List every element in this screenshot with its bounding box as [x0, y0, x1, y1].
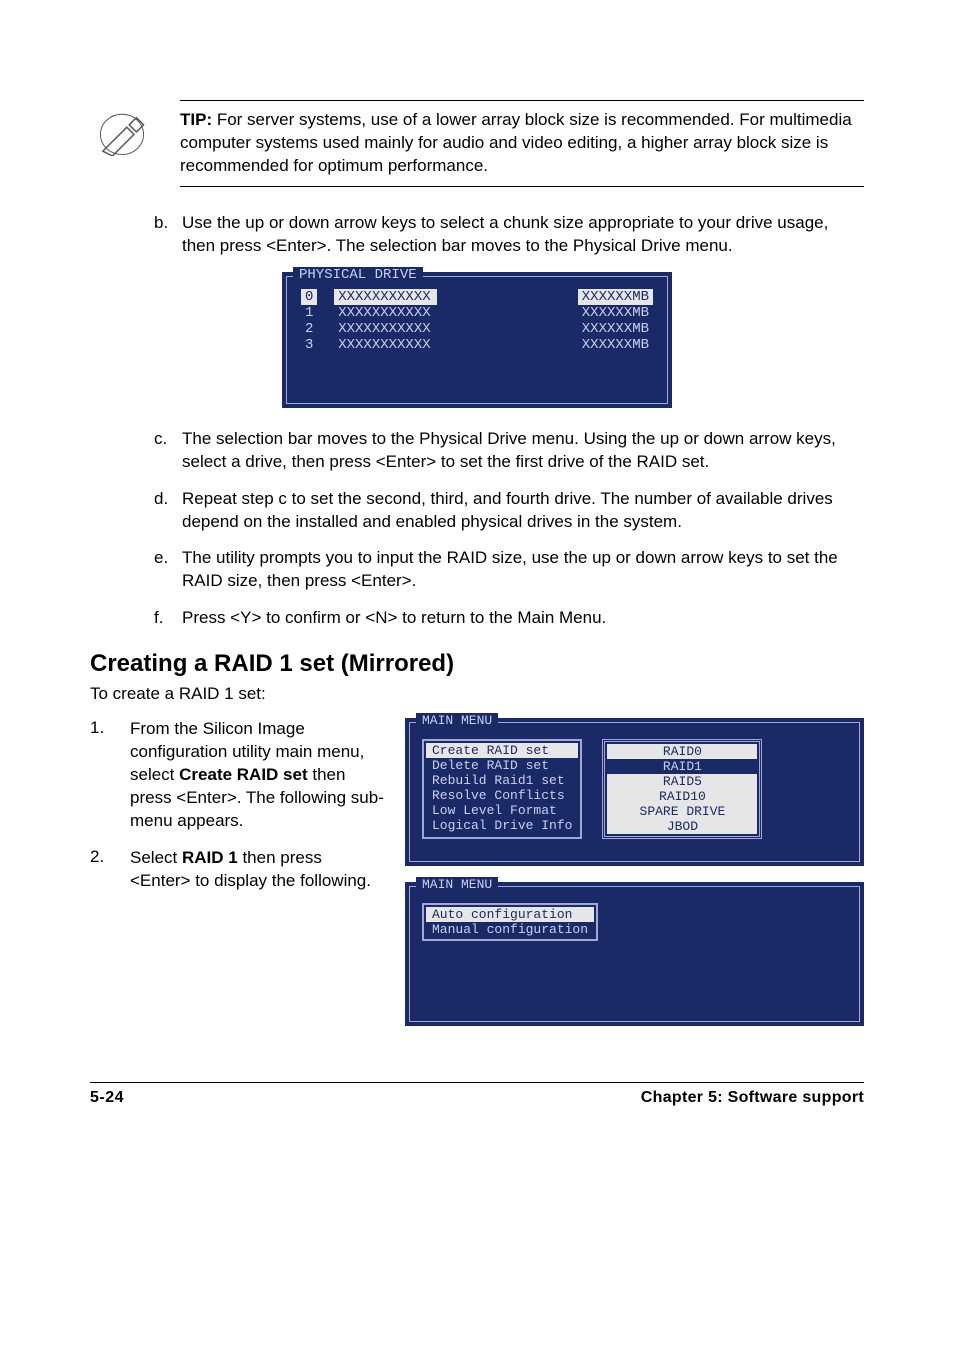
menu-item[interactable]: SPARE DRIVE — [607, 804, 757, 819]
step-bold: RAID 1 — [182, 848, 238, 867]
instruction-f: f. Press <Y> to confirm or <N> to return… — [154, 607, 864, 630]
instr-marker: f. — [154, 607, 182, 630]
page-number: 5-24 — [90, 1089, 124, 1107]
drive-row[interactable]: 2 XXXXXXXXXXX XXXXXXMB — [295, 321, 659, 337]
pencil-icon — [98, 108, 146, 156]
drive-name: XXXXXXXXXXX — [334, 321, 436, 337]
instruction-b: b. Use the up or down arrow keys to sele… — [154, 212, 864, 258]
step-marker: 2. — [90, 847, 130, 893]
step-bold: Create RAID set — [179, 765, 308, 784]
instr-marker: e. — [154, 547, 182, 593]
menu-item[interactable]: Manual configuration — [426, 922, 594, 937]
main-menu-left: Create RAID set Delete RAID set Rebuild … — [422, 739, 582, 839]
section-intro: To create a RAID 1 set: — [90, 684, 864, 704]
step-2: 2. Select RAID 1 then press <Enter> to d… — [90, 847, 385, 893]
menu-item[interactable]: Logical Drive Info — [426, 818, 578, 833]
tip-label: TIP: — [180, 110, 212, 129]
drive-row[interactable]: 0 XXXXXXXXXXX XXXXXXMB — [295, 289, 659, 305]
instruction-d: d. Repeat step c to set the second, thir… — [154, 488, 864, 534]
step-text: Select — [130, 848, 182, 867]
physical-drive-title: PHYSICAL DRIVE — [293, 267, 423, 283]
instr-marker: c. — [154, 428, 182, 474]
step-marker: 1. — [90, 718, 130, 833]
tip-body: For server systems, use of a lower array… — [180, 110, 852, 175]
tip-text: TIP: For server systems, use of a lower … — [180, 100, 864, 187]
menu-item[interactable]: Auto configuration — [426, 907, 594, 922]
tip-block: TIP: For server systems, use of a lower … — [90, 100, 864, 187]
drive-row[interactable]: 1 XXXXXXXXXXX XXXXXXMB — [295, 305, 659, 321]
chapter-label: Chapter 5: Software support — [641, 1089, 864, 1107]
instr-marker: b. — [154, 212, 182, 258]
drive-name: XXXXXXXXXXX — [334, 289, 436, 305]
main-menu-right: RAID0 RAID1 RAID5 RAID10 SPARE DRIVE JBO… — [602, 739, 762, 839]
menu-item[interactable]: Rebuild Raid1 set — [426, 773, 578, 788]
drive-idx: 2 — [301, 321, 317, 337]
drive-name: XXXXXXXXXXX — [334, 305, 436, 321]
menu-item[interactable]: Resolve Conflicts — [426, 788, 578, 803]
main-menu-title: MAIN MENU — [416, 877, 498, 892]
instr-text: Use the up or down arrow keys to select … — [182, 212, 864, 258]
instr-text: Repeat step c to set the second, third, … — [182, 488, 864, 534]
menu-item[interactable]: RAID5 — [607, 774, 757, 789]
instruction-c: c. The selection bar moves to the Physic… — [154, 428, 864, 474]
menu-item[interactable]: JBOD — [607, 819, 757, 834]
instr-marker: d. — [154, 488, 182, 534]
drive-idx: 0 — [301, 289, 317, 305]
physical-drive-panel: PHYSICAL DRIVE 0 XXXXXXXXXXX XXXXXXMB 1 … — [282, 272, 672, 408]
main-menu-panel-2: MAIN MENU Auto configuration Manual conf… — [405, 882, 864, 1026]
menu-item[interactable]: Create RAID set — [426, 743, 578, 758]
drive-name: XXXXXXXXXXX — [334, 337, 436, 353]
drive-size: XXXXXXMB — [578, 305, 653, 321]
page-footer: 5-24 Chapter 5: Software support — [90, 1082, 864, 1107]
drive-size: XXXXXXMB — [578, 289, 653, 305]
menu-item[interactable]: Low Level Format — [426, 803, 578, 818]
instr-text: The utility prompts you to input the RAI… — [182, 547, 864, 593]
drive-idx: 3 — [301, 337, 317, 353]
menu-item[interactable]: RAID1 — [607, 759, 757, 774]
main-menu-title: MAIN MENU — [416, 713, 498, 728]
menu-item[interactable]: RAID0 — [607, 744, 757, 759]
drive-row[interactable]: 3 XXXXXXXXXXX XXXXXXMB — [295, 337, 659, 353]
instr-text: Press <Y> to confirm or <N> to return to… — [182, 607, 864, 630]
main-menu-panel-1: MAIN MENU Create RAID set Delete RAID se… — [405, 718, 864, 866]
instruction-e: e. The utility prompts you to input the … — [154, 547, 864, 593]
menu-item[interactable]: Delete RAID set — [426, 758, 578, 773]
drive-size: XXXXXXMB — [578, 321, 653, 337]
step-1: 1. From the Silicon Image configuration … — [90, 718, 385, 833]
section-heading: Creating a RAID 1 set (Mirrored) — [90, 650, 864, 678]
instr-text: The selection bar moves to the Physical … — [182, 428, 864, 474]
drive-size: XXXXXXMB — [578, 337, 653, 353]
main-menu-left: Auto configuration Manual configuration — [422, 903, 598, 941]
drive-idx: 1 — [301, 305, 317, 321]
menu-item[interactable]: RAID10 — [607, 789, 757, 804]
